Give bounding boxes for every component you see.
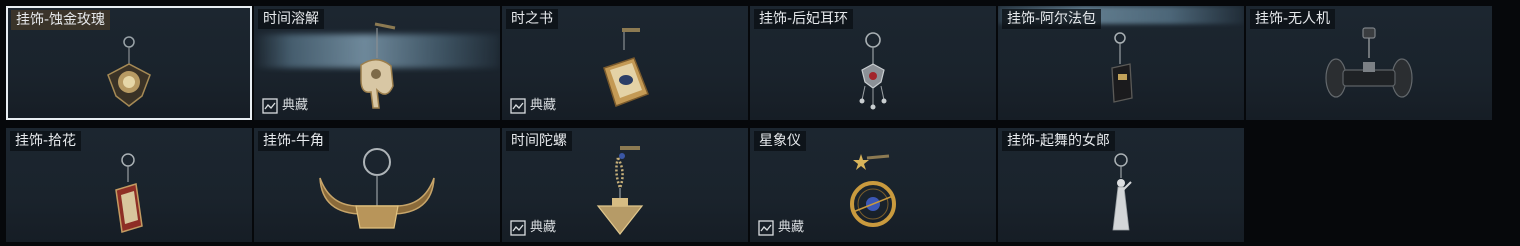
spinning-top-charm-icon: [596, 146, 644, 235]
collection-badge-label: 典藏: [530, 98, 557, 113]
item-tile-book-of-time[interactable]: 时之书 典藏: [502, 6, 748, 120]
collection-badge-label: 典藏: [282, 98, 309, 113]
collection-badge-label: 典藏: [530, 220, 557, 235]
item-tile-gilded-rose[interactable]: 挂饰-蚀金玫瑰: [6, 6, 252, 120]
item-name: 时之书: [506, 9, 558, 29]
item-name: 挂饰-蚀金玫瑰: [11, 10, 111, 30]
item-name: 挂饰-起舞的女郎: [1002, 131, 1116, 151]
collection-badge: 典藏: [262, 98, 308, 114]
flower-card-charm-icon: [115, 153, 143, 233]
book-charm-icon: [603, 28, 649, 107]
item-tile-dancing-girl[interactable]: 挂饰-起舞的女郎: [998, 128, 1244, 242]
item-tile-ox-horn[interactable]: 挂饰-牛角: [254, 128, 500, 242]
item-name: 挂饰-无人机: [1250, 9, 1336, 29]
item-tile-alpha-bag[interactable]: 挂饰-阿尔法包: [998, 6, 1244, 120]
earring-charm-icon: [859, 32, 887, 110]
drone-charm-icon: [1325, 27, 1413, 98]
collection-icon: [510, 98, 526, 114]
collection-badge: 典藏: [510, 98, 556, 114]
dancer-charm-icon: [1112, 153, 1132, 231]
collection-icon: [758, 220, 774, 236]
item-tile-pick-flower[interactable]: 挂饰-拾花: [6, 128, 252, 242]
item-name: 时间溶解: [258, 9, 324, 29]
item-name: 时间陀螺: [506, 131, 572, 151]
collection-badge: 典藏: [758, 220, 804, 236]
item-tile-spinning-top[interactable]: 时间陀螺 典藏: [502, 128, 748, 242]
item-grid: 挂饰-蚀金玫瑰 时间溶解 典藏 时之书 典藏 挂饰-后妃耳环 挂饰-阿尔法包 挂…: [6, 6, 1492, 242]
item-tile-time-dissolve[interactable]: 时间溶解 典藏: [254, 6, 500, 120]
item-tile-drone[interactable]: 挂饰-无人机: [1246, 6, 1492, 120]
item-name: 挂饰-阿尔法包: [1002, 9, 1102, 29]
collection-icon: [262, 98, 278, 114]
collection-icon: [510, 220, 526, 236]
melting-clock-charm-icon: [360, 22, 396, 109]
item-tile-astrolabe[interactable]: 星象仪 典藏: [750, 128, 996, 242]
astrolabe-charm-icon: [850, 154, 896, 227]
rose-charm-icon: [107, 36, 151, 107]
horn-charm-icon: [319, 148, 435, 229]
collection-badge: 典藏: [510, 220, 556, 236]
bag-charm-icon: [1111, 32, 1133, 103]
item-name: 星象仪: [754, 131, 806, 151]
item-name: 挂饰-后妃耳环: [754, 9, 854, 29]
item-tile-consort-earring[interactable]: 挂饰-后妃耳环: [750, 6, 996, 120]
collection-badge-label: 典藏: [778, 220, 805, 235]
item-name: 挂饰-拾花: [10, 131, 82, 151]
item-name: 挂饰-牛角: [258, 131, 330, 151]
